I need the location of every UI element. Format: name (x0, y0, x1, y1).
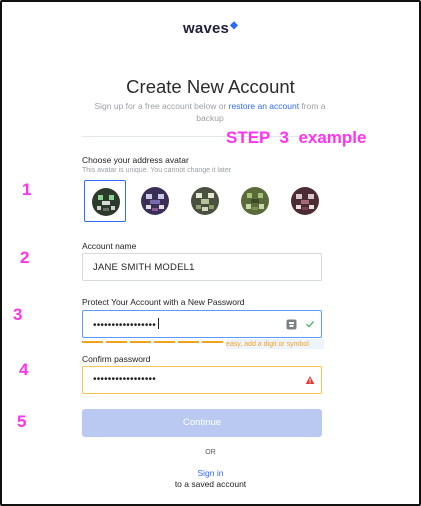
avatar-option-4[interactable] (234, 180, 276, 222)
account-name-field[interactable]: JANE SMITH MODEL1 (82, 253, 322, 281)
step-annotation: STEP 3 example (226, 128, 367, 147)
check-icon (306, 321, 314, 328)
account-name-label: Account name (82, 241, 137, 251)
page-title: Create New Account (126, 76, 295, 97)
password-value: ••••••••••••••••• (93, 318, 159, 331)
avatar-picker (84, 180, 324, 224)
page-subtitle: Sign up for a free account below or rest… (94, 101, 326, 123)
keyboard-icon[interactable] (286, 319, 297, 330)
continue-button[interactable]: Continue (82, 409, 322, 437)
annotation-marker-5: 5 (17, 412, 27, 431)
avatar-hint: This avatar is unique. You cannot change… (82, 167, 232, 174)
avatar-option-1[interactable] (84, 180, 126, 222)
password-label: Protect Your Account with a New Password (82, 297, 245, 307)
annotation-marker-3: 3 (13, 305, 23, 324)
annotation-marker-1: 1 (22, 180, 32, 199)
logo-diamond-icon: ◆ (230, 20, 238, 31)
account-name-value: JANE SMITH MODEL1 (93, 262, 195, 273)
annotation-marker-4: 4 (19, 360, 29, 379)
restore-account-link[interactable]: restore an account (229, 101, 299, 111)
avatar-label: Choose your address avatar (82, 155, 189, 165)
logo-text: waves (183, 20, 230, 37)
or-separator: OR (205, 449, 216, 456)
warning-icon (305, 376, 315, 384)
avatar-option-5[interactable] (284, 180, 326, 222)
avatar-option-2[interactable] (134, 180, 176, 222)
avatar-option-3[interactable] (184, 180, 226, 222)
password-strength-hint: easy, add a digit or symbol (226, 341, 309, 348)
confirm-password-label: Confirm password (82, 354, 151, 364)
waves-logo: waves◆ (0, 20, 421, 37)
confirm-password-value: ••••••••••••••••• (93, 374, 156, 385)
annotation-marker-2: 2 (20, 248, 30, 267)
password-field[interactable]: ••••••••••••••••• (82, 310, 322, 338)
text-caret (157, 318, 159, 329)
sign-in-link[interactable]: Sign in (0, 468, 421, 478)
saved-account-text: to a saved account (174, 479, 247, 489)
confirm-password-field[interactable]: ••••••••••••••••• (82, 366, 322, 394)
